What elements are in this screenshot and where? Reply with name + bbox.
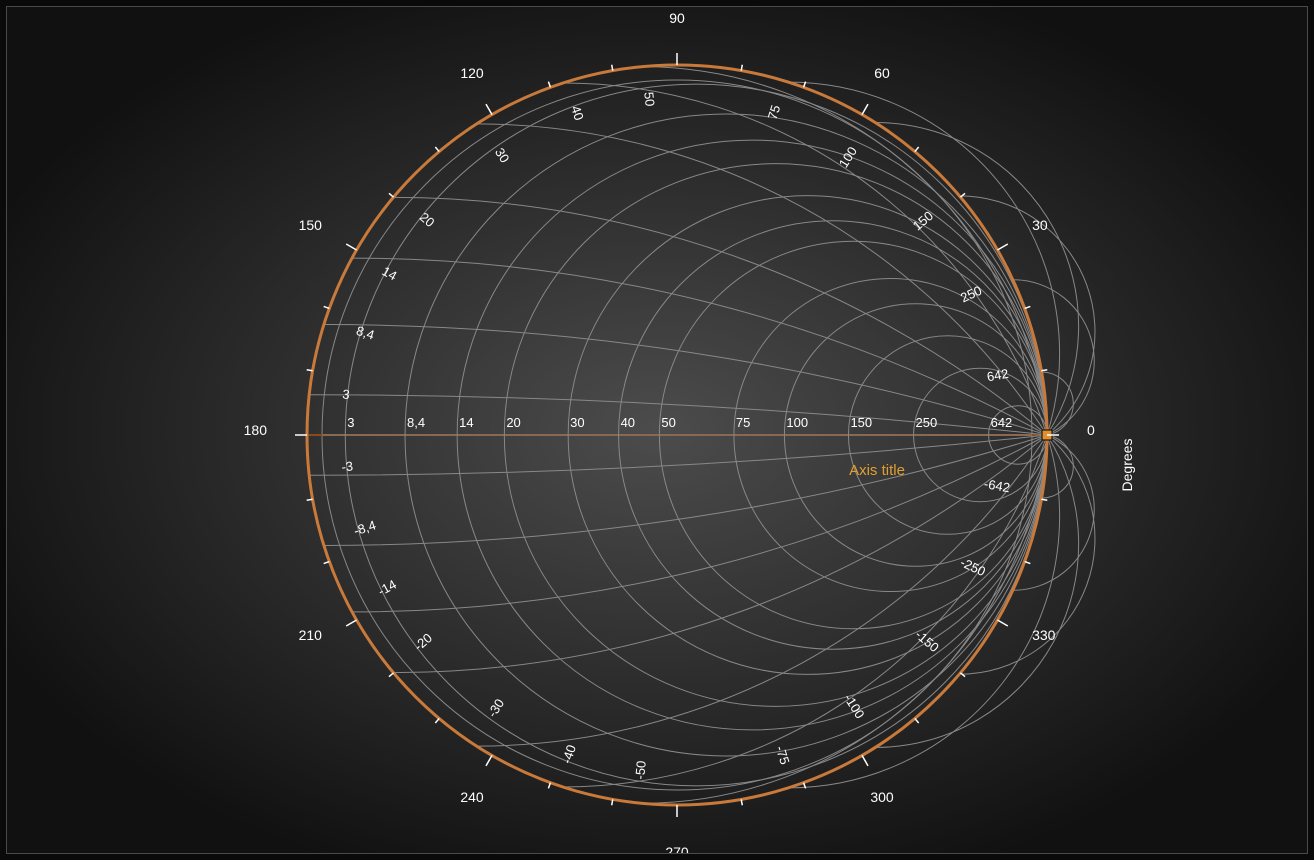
degree-tick-minor xyxy=(435,718,439,723)
reactance-label: 100 xyxy=(836,144,860,170)
degree-tick-label: 30 xyxy=(1032,217,1048,233)
reactance-label: 150 xyxy=(910,208,936,233)
degree-tick-minor xyxy=(612,799,613,805)
reactance-label: 3 xyxy=(342,386,351,402)
degree-tick-label: 240 xyxy=(460,789,484,805)
degree-tick xyxy=(346,244,356,250)
resistance-label: 150 xyxy=(850,415,872,430)
degree-tick-label: 270 xyxy=(665,844,689,853)
degree-tick-label: 300 xyxy=(870,789,894,805)
degree-tick-minor xyxy=(741,65,742,71)
degree-tick-minor xyxy=(307,370,313,371)
degree-tick xyxy=(997,244,1007,250)
degree-tick-minor xyxy=(960,193,965,197)
degree-tick-minor xyxy=(389,193,394,197)
resistance-label: 642 xyxy=(991,415,1013,430)
resistance-label: 20 xyxy=(506,415,520,430)
reactance-label: 642 xyxy=(986,366,1010,384)
degree-tick-minor xyxy=(435,147,439,152)
reactance-label: -40 xyxy=(559,743,579,766)
degree-tick-minor xyxy=(389,673,394,677)
reactance-arc xyxy=(352,435,1047,612)
reactance-arc xyxy=(324,435,1047,545)
degree-tick-minor xyxy=(915,147,919,152)
degree-tick-minor xyxy=(307,499,313,500)
reactance-label: -50 xyxy=(632,760,649,780)
reactance-arc xyxy=(477,124,1047,435)
reactance-arc xyxy=(788,82,1059,435)
degree-tick-label: 120 xyxy=(460,65,484,81)
app-frame: 030609012015018021024027030033038,414203… xyxy=(0,0,1314,860)
reactance-arc xyxy=(309,435,1047,475)
reactance-arc xyxy=(393,197,1047,435)
degree-tick-label: 180 xyxy=(244,422,268,438)
resistance-label: 100 xyxy=(786,415,808,430)
reactance-arc xyxy=(563,83,1047,435)
reactance-arc xyxy=(788,435,1059,788)
degree-tick xyxy=(346,620,356,626)
axis-title: Axis title xyxy=(849,462,905,479)
resistance-label: 30 xyxy=(570,415,584,430)
reactance-label: 250 xyxy=(958,283,984,306)
reactance-label: 30 xyxy=(492,145,512,165)
reactance-arc xyxy=(393,435,1047,673)
degree-tick xyxy=(997,620,1007,626)
degree-tick-label: 150 xyxy=(299,217,323,233)
reactance-label: 40 xyxy=(568,104,587,122)
reactance-label: -3 xyxy=(341,458,354,474)
reactance-label: 14 xyxy=(380,263,400,283)
reactance-label: -30 xyxy=(484,696,507,720)
reactance-label: 20 xyxy=(417,209,438,230)
resistance-label: 3 xyxy=(347,415,354,430)
degree-tick-label: 60 xyxy=(874,65,890,81)
resistance-label: 250 xyxy=(916,415,938,430)
reactance-label: -642 xyxy=(983,476,1011,495)
degree-tick-label: 90 xyxy=(669,10,685,26)
degree-tick-minor xyxy=(741,799,742,805)
reactance-arc xyxy=(563,435,1047,787)
degree-tick xyxy=(486,104,492,114)
outer-axis-label: Degrees xyxy=(1119,439,1135,492)
degree-tick-label: 330 xyxy=(1032,627,1056,643)
reactance-label: 50 xyxy=(641,91,657,107)
resistance-label: 8,4 xyxy=(407,415,425,430)
degree-tick xyxy=(862,104,868,114)
resistance-label: 14 xyxy=(459,415,473,430)
degree-tick-minor xyxy=(1041,499,1047,500)
chart-panel: 030609012015018021024027030033038,414203… xyxy=(6,6,1308,854)
reactance-label: 8,4 xyxy=(354,323,376,343)
smith-chart[interactable]: 030609012015018021024027030033038,414203… xyxy=(7,7,1307,853)
reactance-label: -75 xyxy=(773,744,793,766)
degree-tick xyxy=(862,755,868,765)
reactance-arc xyxy=(352,258,1047,435)
degree-tick-minor xyxy=(960,673,965,677)
degree-tick-label: 210 xyxy=(299,627,323,643)
resistance-label: 40 xyxy=(621,415,635,430)
reactance-arc xyxy=(477,435,1047,746)
reactance-label: -150 xyxy=(912,627,942,655)
reactance-label: -20 xyxy=(411,630,435,654)
degree-tick xyxy=(486,755,492,765)
reactance-arc xyxy=(324,325,1047,435)
resistance-label: 50 xyxy=(661,415,675,430)
degree-tick-minor xyxy=(915,718,919,723)
reactance-label: -100 xyxy=(841,691,868,721)
degree-tick-minor xyxy=(1041,370,1047,371)
reactance-label: -14 xyxy=(375,577,399,599)
degree-tick-minor xyxy=(612,65,613,71)
reactance-label: -250 xyxy=(958,555,988,580)
resistance-label: 75 xyxy=(736,415,750,430)
degree-tick-label: 0 xyxy=(1087,422,1095,438)
